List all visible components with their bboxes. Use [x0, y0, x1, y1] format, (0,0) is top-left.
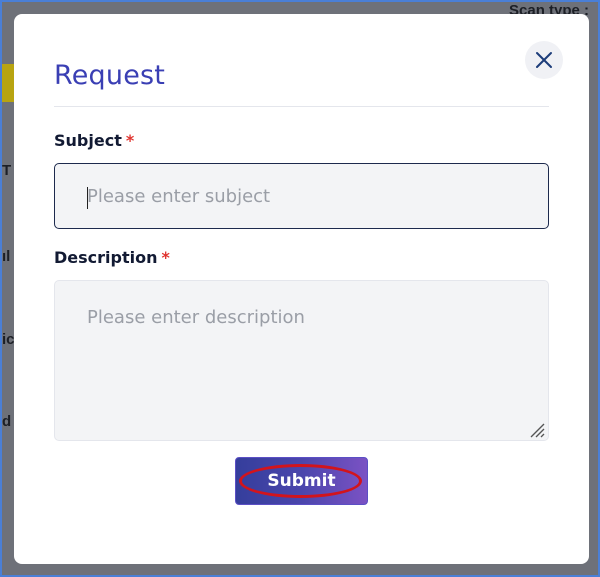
background-text-fragment: ıl: [2, 248, 11, 265]
background-text-fragment: T: [2, 162, 12, 179]
subject-label-text: Subject: [54, 131, 122, 150]
close-icon: [536, 52, 552, 68]
header-divider: [54, 106, 549, 107]
subject-label: Subject *: [54, 131, 134, 150]
description-textarea[interactable]: [54, 280, 549, 441]
submit-button[interactable]: Submit: [235, 457, 368, 505]
background-text-fragment: ic: [2, 331, 14, 348]
subject-input[interactable]: [54, 163, 549, 229]
resize-handle-icon[interactable]: [529, 422, 545, 438]
modal-title: Request: [54, 60, 166, 91]
text-caret: [87, 187, 88, 209]
close-button[interactable]: [525, 41, 563, 79]
description-label: Description *: [54, 248, 170, 267]
description-label-text: Description: [54, 248, 158, 267]
background-yellow-block: [2, 64, 14, 102]
required-mark: *: [161, 248, 170, 267]
required-mark: *: [125, 131, 135, 150]
submit-label: Submit: [267, 471, 336, 491]
background-text-fragment: d: [2, 413, 12, 430]
request-modal: Request Subject* Description* Submit: [14, 14, 589, 564]
